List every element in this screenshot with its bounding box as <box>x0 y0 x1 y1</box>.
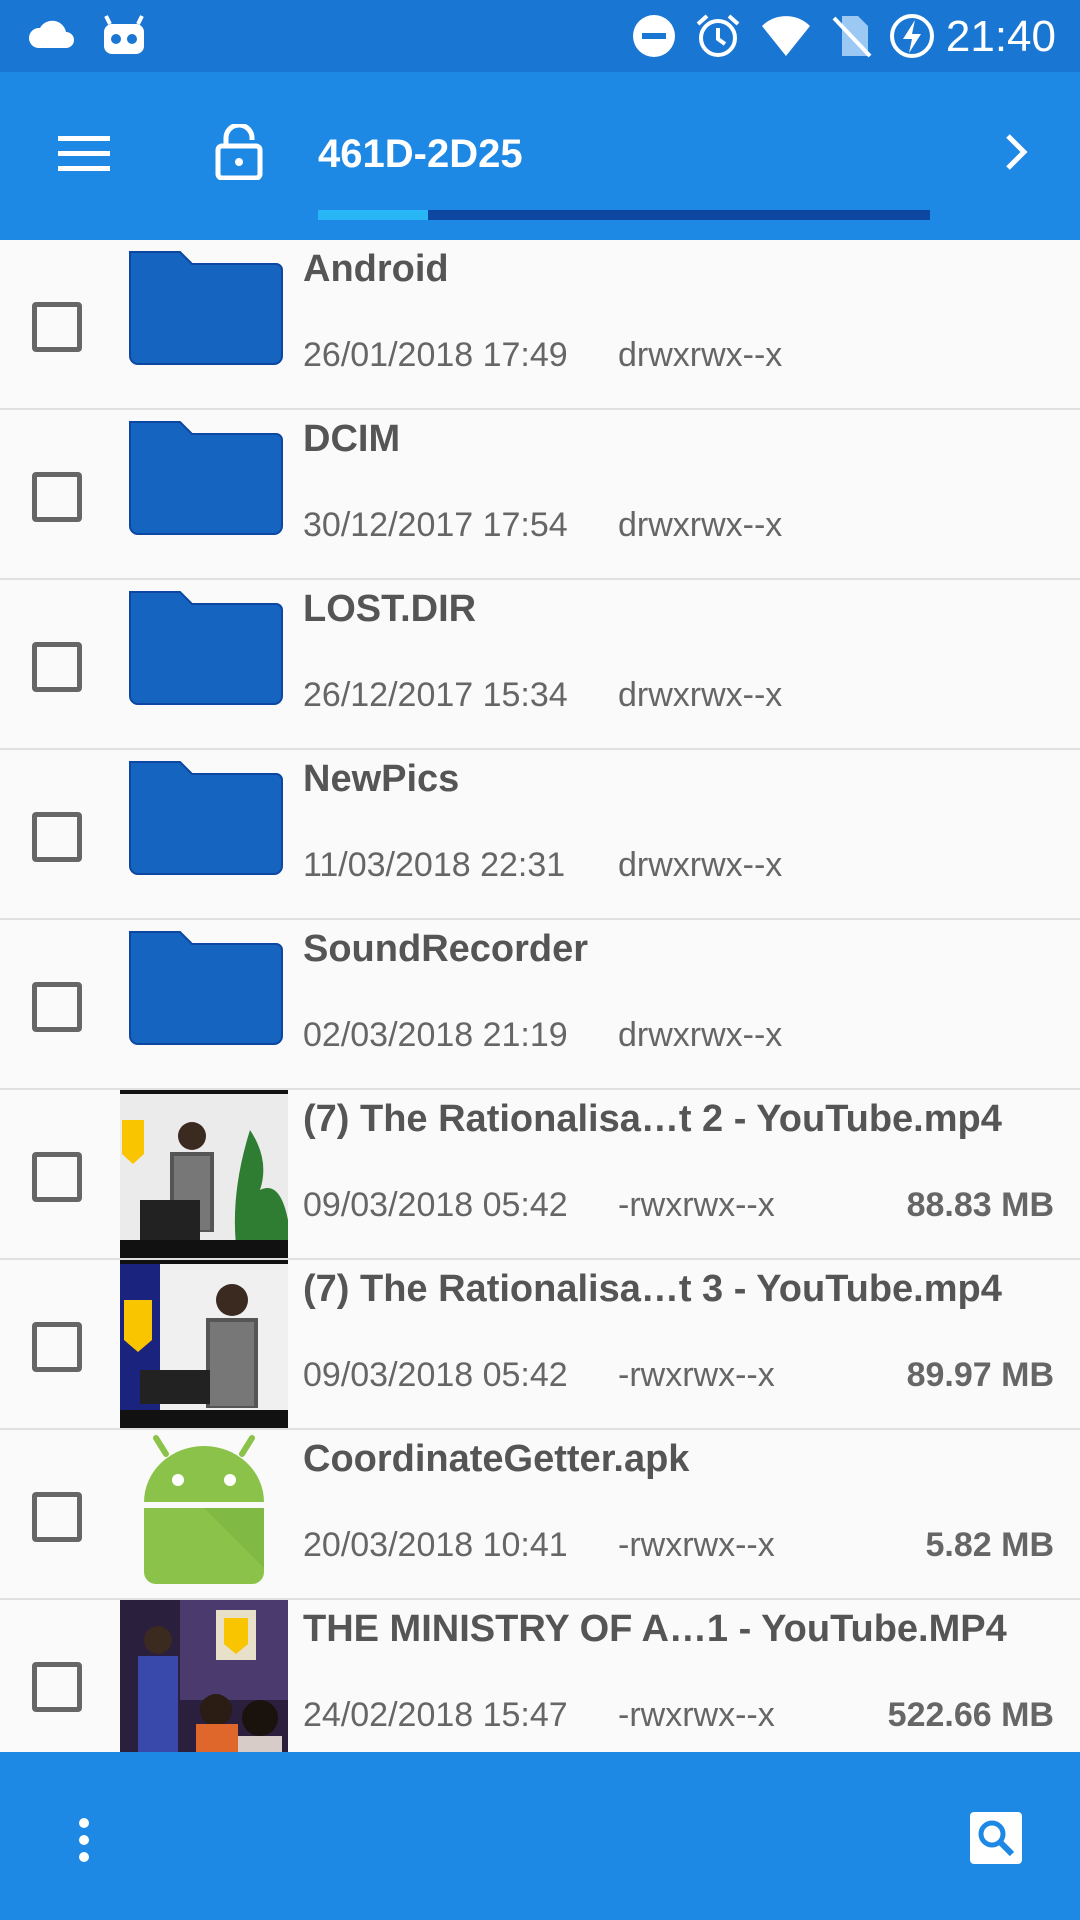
file-permissions: -rwxrwx--x <box>618 1526 775 1564</box>
video-thumbnail <box>120 1260 288 1428</box>
folder-icon <box>120 920 288 1088</box>
select-checkbox[interactable] <box>32 982 82 1032</box>
file-row[interactable]: NewPics 11/03/2018 22:31 drwxrwx--x <box>0 750 1080 920</box>
lock-icon[interactable] <box>214 122 264 185</box>
file-row[interactable]: Android 26/01/2018 17:49 drwxrwx--x <box>0 240 1080 410</box>
file-name: THE MINISTRY OF A…1 - YouTube.MP4 <box>303 1608 1007 1650</box>
path-scroll-indicator <box>318 210 930 220</box>
no-sim-icon <box>828 12 876 60</box>
file-permissions: drwxrwx--x <box>618 336 783 374</box>
file-permissions: -rwxrwx--x <box>618 1186 775 1224</box>
select-checkbox[interactable] <box>32 1492 82 1542</box>
folder-icon <box>120 240 288 408</box>
folder-icon <box>120 580 288 748</box>
file-date: 09/03/2018 05:42 <box>303 1356 568 1394</box>
select-checkbox[interactable] <box>32 302 82 352</box>
toolbar: 461D-2D25 <box>0 72 1080 240</box>
alarm-icon <box>694 12 742 60</box>
video-thumbnail <box>120 1090 288 1258</box>
select-checkbox[interactable] <box>32 1152 82 1202</box>
file-permissions: drwxrwx--x <box>618 1016 783 1054</box>
path-scroll-thumb <box>318 210 429 220</box>
file-date: 11/03/2018 22:31 <box>303 846 566 884</box>
file-name: NewPics <box>303 758 460 800</box>
file-row[interactable]: (7) The Rationalisa…t 2 - YouTube.mp4 09… <box>0 1090 1080 1260</box>
select-checkbox[interactable] <box>32 642 82 692</box>
file-date: 09/03/2018 05:42 <box>303 1186 568 1224</box>
file-permissions: drwxrwx--x <box>618 676 783 714</box>
file-date: 26/12/2017 15:34 <box>303 676 568 714</box>
search-icon[interactable] <box>970 1812 1022 1869</box>
file-size: 89.97 MB <box>906 1356 1054 1394</box>
file-permissions: -rwxrwx--x <box>618 1356 775 1394</box>
file-permissions: drwxrwx--x <box>618 506 783 544</box>
select-checkbox[interactable] <box>32 472 82 522</box>
battery-charging-icon <box>888 12 936 60</box>
file-size: 522.66 MB <box>887 1696 1054 1734</box>
file-permissions: -rwxrwx--x <box>618 1696 775 1734</box>
file-size: 88.83 MB <box>906 1186 1054 1224</box>
android-apk-icon <box>120 1430 288 1598</box>
folder-icon <box>120 410 288 578</box>
robot-icon <box>100 12 148 60</box>
wifi-icon <box>760 12 810 60</box>
file-row[interactable]: (7) The Rationalisa…t 3 - YouTube.mp4 09… <box>0 1260 1080 1430</box>
file-date: 20/03/2018 10:41 <box>303 1526 568 1564</box>
file-row[interactable]: SoundRecorder 02/03/2018 21:19 drwxrwx--… <box>0 920 1080 1090</box>
file-row[interactable]: CoordinateGetter.apk 20/03/2018 10:41 -r… <box>0 1430 1080 1600</box>
file-row[interactable]: DCIM 30/12/2017 17:54 drwxrwx--x <box>0 410 1080 580</box>
bottom-bar <box>0 1752 1080 1920</box>
folder-icon <box>120 750 288 918</box>
file-name: LOST.DIR <box>303 588 477 630</box>
menu-icon[interactable] <box>58 134 110 179</box>
file-name: CoordinateGetter.apk <box>303 1438 690 1480</box>
file-name: DCIM <box>303 418 401 460</box>
file-row[interactable]: THE MINISTRY OF A…1 - YouTube.MP4 24/02/… <box>0 1600 1080 1752</box>
path-title[interactable]: 461D-2D25 <box>318 132 523 177</box>
select-checkbox[interactable] <box>32 1322 82 1372</box>
more-vertical-icon[interactable] <box>74 1818 94 1867</box>
cloud-icon <box>26 12 74 60</box>
select-checkbox[interactable] <box>32 1662 82 1712</box>
file-date: 30/12/2017 17:54 <box>303 506 568 544</box>
status-bar: 21:40 <box>0 0 1080 72</box>
file-name: (7) The Rationalisa…t 3 - YouTube.mp4 <box>303 1268 1002 1310</box>
file-list: Android 26/01/2018 17:49 drwxrwx--x DCIM… <box>0 240 1080 1752</box>
file-name: Android <box>303 248 449 290</box>
file-size: 5.82 MB <box>925 1526 1055 1564</box>
clock: 21:40 <box>945 12 1056 61</box>
file-name: (7) The Rationalisa…t 2 - YouTube.mp4 <box>303 1098 1002 1140</box>
file-date: 24/02/2018 15:47 <box>303 1696 568 1734</box>
select-checkbox[interactable] <box>32 812 82 862</box>
do-not-disturb-icon <box>630 12 678 60</box>
file-permissions: drwxrwx--x <box>618 846 783 884</box>
file-date: 02/03/2018 21:19 <box>303 1016 568 1054</box>
file-name: SoundRecorder <box>303 928 589 970</box>
video-thumbnail <box>120 1600 288 1752</box>
chevron-right-icon[interactable] <box>1000 132 1034 177</box>
file-date: 26/01/2018 17:49 <box>303 336 568 374</box>
file-row[interactable]: LOST.DIR 26/12/2017 15:34 drwxrwx--x <box>0 580 1080 750</box>
